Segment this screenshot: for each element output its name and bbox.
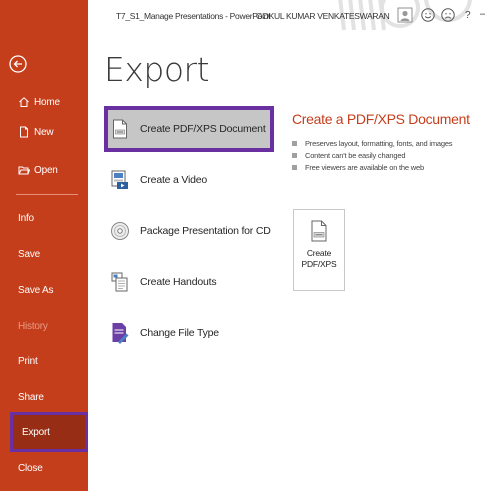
sidebar-item-label: Save As: [18, 284, 54, 296]
change-file-type-icon: [110, 322, 130, 344]
bullet-icon: [292, 164, 297, 170]
sidebar-item-label: Home: [34, 96, 60, 108]
sidebar-item-close[interactable]: Close: [0, 453, 88, 483]
sidebar-item-label: Close: [18, 462, 43, 474]
open-folder-icon: [18, 164, 30, 176]
sidebar-item-save[interactable]: Save: [0, 239, 88, 269]
option-create-pdf-xps[interactable]: Create PDF/XPS Document: [104, 106, 274, 152]
sidebar-item-label: Open: [34, 164, 58, 176]
bullet-icon: [292, 140, 297, 146]
feature-list: Preserves layout, formatting, fonts, and…: [292, 137, 453, 173]
sidebar-item-save-as[interactable]: Save As: [0, 275, 88, 305]
user-name[interactable]: GOKUL KUMAR VENKATESWARAN: [256, 11, 390, 21]
sidebar-item-open[interactable]: Open: [0, 155, 88, 185]
backstage-sidebar: Home New Open Info Save Save As History …: [0, 0, 88, 491]
cd-icon: [110, 220, 130, 242]
sidebar-item-label: New: [34, 126, 54, 138]
home-icon: [18, 96, 30, 108]
option-label: Package Presentation for CD: [140, 225, 271, 237]
sidebar-item-label: Export: [22, 426, 50, 438]
smile-feedback-icon[interactable]: [420, 7, 436, 23]
sidebar-item-label: Info: [18, 212, 34, 224]
sidebar-item-info[interactable]: Info: [0, 203, 88, 233]
sidebar-item-print[interactable]: Print: [0, 346, 88, 376]
list-item: Free viewers are available on the web: [292, 161, 452, 173]
frown-feedback-icon[interactable]: [440, 7, 456, 23]
bullet-icon: [292, 152, 297, 158]
option-create-handouts[interactable]: Create Handouts: [104, 259, 274, 305]
button-label: Create PDF/XPS: [302, 248, 337, 270]
option-label: Create PDF/XPS Document: [140, 123, 266, 135]
back-arrow-icon[interactable]: [6, 52, 30, 76]
panel-title: Create a PDF/XPS Document: [292, 111, 470, 127]
list-item: Content can't be easily changed: [292, 149, 452, 161]
list-item-text: Content can't be easily changed: [305, 150, 406, 160]
create-pdf-xps-button[interactable]: Create PDF/XPS: [293, 209, 345, 291]
minimize-button[interactable]: –: [480, 8, 485, 20]
button-label-line-1: Create: [306, 248, 332, 258]
sidebar-item-new[interactable]: New: [0, 117, 88, 147]
option-label: Change File Type: [140, 327, 219, 339]
sidebar-item-home[interactable]: Home: [0, 87, 88, 117]
option-package-cd[interactable]: Package Presentation for CD: [104, 208, 274, 254]
list-item: Preserves layout, formatting, fonts, and…: [292, 137, 453, 149]
sidebar-item-label: Print: [18, 355, 38, 367]
sidebar-divider: [16, 194, 78, 195]
page-title: Export: [104, 50, 210, 89]
option-label: Create a Video: [140, 174, 208, 186]
title-bar: T7_S1_Manage Presentations - PowerPoint …: [88, 0, 485, 34]
sidebar-item-share[interactable]: Share: [0, 382, 88, 412]
sidebar-item-label: History: [18, 320, 48, 332]
sidebar-item-label: Save: [18, 248, 40, 260]
handouts-icon: [110, 271, 130, 293]
list-item-text: Free viewers are available on the web: [305, 162, 424, 172]
pdf-document-icon: [309, 220, 329, 242]
sidebar-item-label: Share: [18, 391, 44, 403]
sidebar-item-history: History: [0, 311, 88, 341]
video-icon: [110, 169, 130, 191]
option-label: Create Handouts: [140, 276, 217, 288]
new-document-icon: [18, 126, 30, 138]
help-button[interactable]: ?: [465, 10, 471, 21]
list-item-text: Preserves layout, formatting, fonts, and…: [305, 138, 453, 148]
option-create-video[interactable]: Create a Video: [104, 157, 274, 203]
option-change-file-type[interactable]: Change File Type: [104, 310, 274, 356]
user-avatar-icon[interactable]: [397, 7, 413, 23]
button-label-line-2: PDF/XPS: [301, 259, 337, 269]
sidebar-item-export[interactable]: Export: [10, 412, 88, 452]
document-title: T7_S1_Manage Presentations - PowerPoint: [116, 11, 271, 21]
pdf-document-icon: [110, 118, 130, 140]
